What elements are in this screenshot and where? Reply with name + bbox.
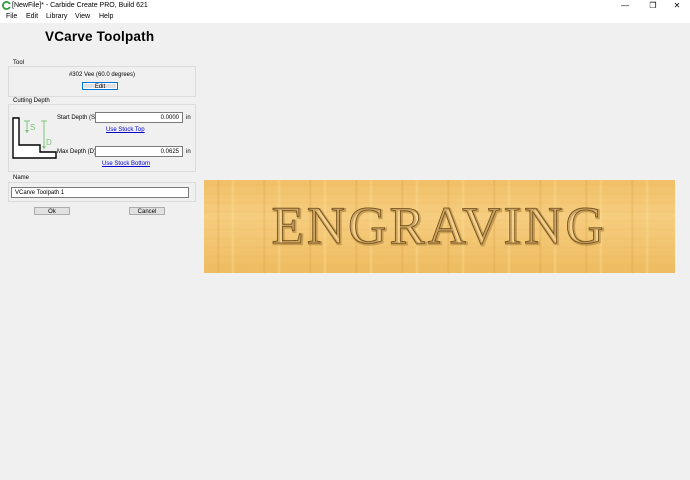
use-stock-top-link[interactable]: Use Stock Top — [106, 127, 145, 133]
menu-file[interactable]: File — [6, 13, 17, 20]
max-depth-input[interactable]: 0.0625 — [95, 146, 183, 157]
tool-group: #302 Vee (60.0 degrees) Edit — [8, 66, 196, 97]
max-depth-unit: in — [186, 149, 191, 155]
title-bar: [NewFile]* - Carbide Create PRO, Build 6… — [0, 0, 690, 12]
diagram-d-label: D — [46, 138, 52, 147]
diagram-s-label: S — [30, 123, 35, 132]
start-depth-label: Start Depth (S) — [57, 115, 98, 121]
engraving-preview: ENGRAVING ENGRAVING — [271, 197, 607, 258]
menu-bar: File Edit Library View Help — [0, 12, 690, 23]
menu-library[interactable]: Library — [46, 13, 67, 20]
start-depth-unit: in — [186, 115, 191, 121]
cancel-button[interactable]: Cancel — [129, 207, 165, 215]
close-button[interactable]: ✕ — [664, 0, 690, 12]
window-title: [NewFile]* - Carbide Create PRO, Build 6… — [12, 2, 148, 9]
menu-help[interactable]: Help — [99, 13, 113, 20]
name-group: VCarve Toolpath 1 — [8, 182, 196, 202]
cutting-depth-group: S D Start Depth (S) 0.0000 in Use Stock … — [8, 104, 196, 172]
carbide-create-app-icon — [2, 1, 11, 10]
name-group-label: Name — [13, 175, 30, 181]
minimize-button[interactable]: — — [612, 0, 638, 12]
engraved-text-shadow: ENGRAVING — [272, 198, 607, 256]
toolpath-name-input[interactable]: VCarve Toolpath 1 — [11, 187, 189, 198]
ok-button[interactable]: Ok — [34, 207, 70, 215]
cutting-depth-diagram: S D — [12, 117, 57, 159]
start-depth-input[interactable]: 0.0000 — [95, 112, 183, 123]
menu-view[interactable]: View — [75, 13, 90, 20]
maximize-button[interactable]: ❐ — [640, 0, 666, 12]
menu-edit[interactable]: Edit — [26, 13, 38, 20]
max-depth-label: Max Depth (D) — [57, 149, 97, 155]
panel-title: VCarve Toolpath — [45, 29, 155, 44]
edit-tool-button[interactable]: Edit — [82, 82, 118, 90]
use-stock-bottom-link[interactable]: Use Stock Bottom — [102, 161, 150, 167]
stock-preview[interactable]: ENGRAVING ENGRAVING — [204, 180, 675, 273]
tool-name: #302 Vee (60.0 degrees) — [68, 72, 136, 78]
